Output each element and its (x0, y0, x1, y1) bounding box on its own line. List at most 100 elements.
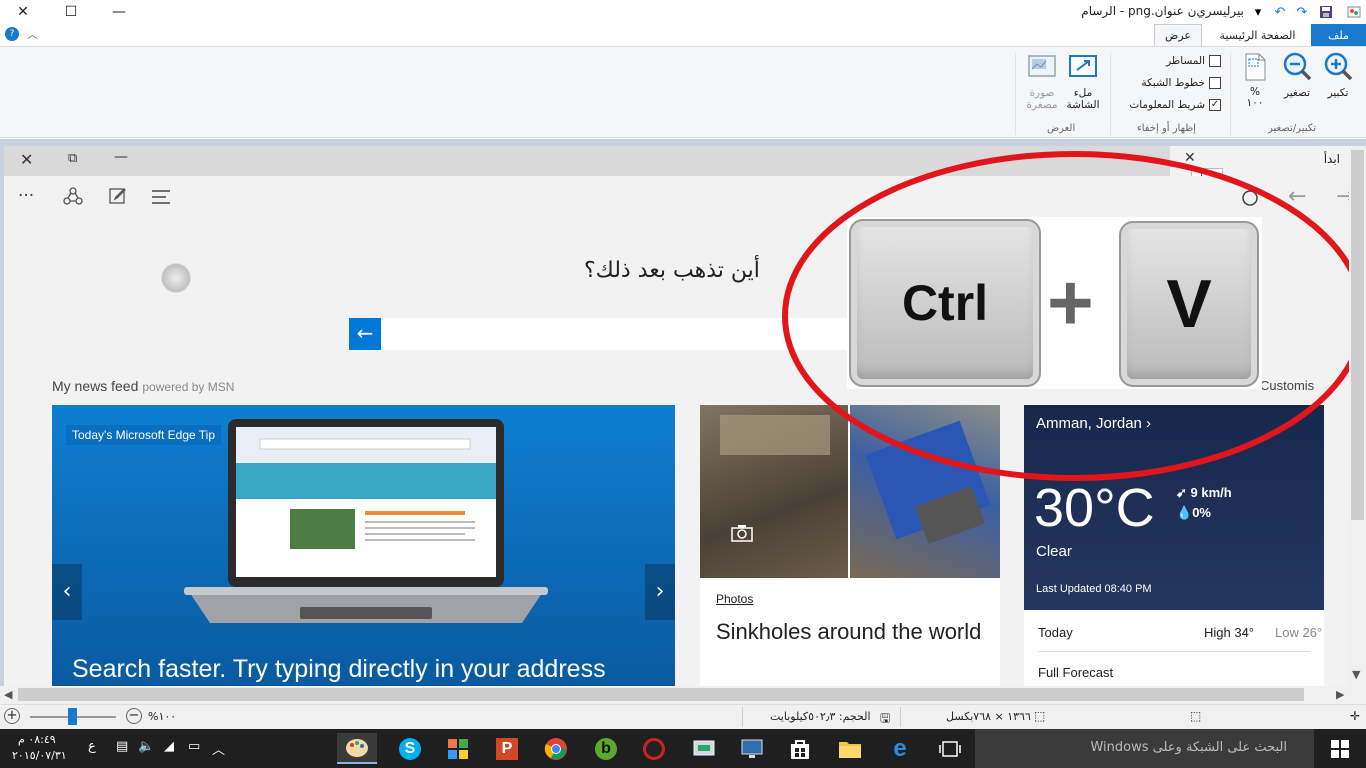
status-separator (900, 707, 901, 727)
ctrl-v-keys-image[interactable]: Ctrl + V (847, 217, 1262, 389)
scroll-left-icon[interactable]: ◀ (4, 688, 12, 701)
media-player-taskbar-icon[interactable] (634, 733, 674, 764)
horizontal-scrollbar[interactable]: ◀ ▶ (0, 686, 1366, 704)
zoom-in-status-icon[interactable]: + (4, 708, 20, 724)
status-bar: + − %١٠٠ الحجم: ٥٠٢٫٣كيلوبايت 🖫 ١٣٦٦ × ٧… (0, 704, 1366, 729)
zoom-in-icon (1322, 51, 1354, 83)
more-icon: ··· (18, 186, 35, 206)
zoom-in-button[interactable]: تكبير (1318, 51, 1358, 99)
status-separator (742, 707, 743, 727)
zoom-100-label: ١٠٠ (1246, 97, 1264, 109)
selection-icon: ⬚ (1190, 709, 1202, 723)
notifications-icon[interactable]: ▤ (116, 739, 128, 754)
language-indicator[interactable]: ع (88, 739, 96, 754)
dimensions-icon: ⬚ (1034, 709, 1046, 723)
customise-link: Customis (1260, 378, 1315, 393)
paint-app-icon[interactable] (1346, 4, 1362, 20)
gridlines-checkbox[interactable] (1209, 77, 1221, 89)
ribbon-separator (1110, 53, 1111, 135)
undo-icon[interactable]: ↶ (1272, 4, 1288, 20)
carousel-prev-icon: ‹ (52, 564, 82, 620)
zoom-out-label: تصغير (1283, 87, 1311, 99)
scroll-down-icon[interactable]: ▼ (1352, 668, 1360, 681)
zoom-slider-thumb[interactable] (68, 708, 77, 725)
file-size: الحجم: ٥٠٢٫٣كيلوبايت (770, 710, 871, 723)
edge-title-bar: ✕ ⧉ — ✕ ابدأ ابدأ (4, 146, 1354, 192)
vertical-scrollbar[interactable]: ▼ (1349, 146, 1366, 686)
photos-label: Photos (716, 592, 754, 606)
vscroll-thumb[interactable] (1351, 150, 1364, 520)
edge-tab-label: ابدأ (1323, 152, 1340, 166)
weather-temp: 30°C (1034, 478, 1155, 538)
edge-toolbar: ··· ← → (4, 176, 1354, 220)
bing-taskbar-icon[interactable]: b (586, 733, 626, 764)
help-icon[interactable]: ? (5, 27, 19, 41)
zoom-group-label: تكبير/تصغير (1268, 123, 1317, 134)
zoom-100-button[interactable]: % ١٠٠ (1235, 51, 1275, 109)
weather-location: Amman, Jordan › (1036, 415, 1152, 432)
rulers-checkbox-row[interactable]: المساطر (1166, 55, 1221, 67)
ctrl-key: Ctrl (849, 219, 1041, 387)
refresh-icon (1240, 188, 1260, 213)
paint-taskbar-icon[interactable] (337, 733, 377, 764)
statusbar-checkbox[interactable]: ✓ (1209, 99, 1221, 111)
store-taskbar-icon[interactable] (780, 733, 820, 764)
web-note-icon (108, 186, 128, 211)
tab-view[interactable]: عرض (1154, 24, 1202, 46)
collapse-ribbon-icon[interactable]: ︿ (27, 26, 38, 42)
thumbnail-icon (1026, 51, 1058, 83)
statusbar-label: شريط المعلومات (1129, 99, 1205, 111)
redo-icon[interactable]: ↷ (1294, 4, 1310, 20)
weather-condition: Clear (1036, 543, 1072, 560)
close-window-button[interactable]: ✕ (0, 0, 46, 24)
share-icon (62, 186, 84, 213)
network-monitor-taskbar-icon[interactable] (684, 733, 724, 764)
scroll-thumb[interactable] (18, 688, 1304, 701)
ribbon-separator (1015, 53, 1016, 135)
rulers-checkbox[interactable] (1209, 55, 1221, 67)
photos-title: Sinkholes around the world (716, 619, 982, 644)
battery-icon[interactable]: ▭ (188, 739, 200, 754)
chrome-taskbar-icon[interactable] (536, 733, 576, 764)
quick-access-dropdown-icon[interactable]: ▾ (1250, 4, 1266, 20)
tab-home[interactable]: الصفحة الرئيسية (1205, 24, 1310, 46)
weather-full-forecast: Full Forecast (1038, 665, 1114, 680)
window-title: بيرليسري‌ن عنوان.png - الرسام (1081, 4, 1244, 18)
skype-taskbar-icon[interactable]: S (390, 733, 430, 764)
task-view-icon[interactable] (930, 733, 970, 764)
minimize-window-button[interactable]: — (96, 0, 142, 24)
edge-taskbar-icon[interactable]: e (880, 733, 920, 764)
powerpoint-taskbar-icon[interactable]: P (487, 733, 527, 764)
edge-minimize-icon: — (114, 149, 128, 165)
file-explorer-taskbar-icon[interactable] (830, 733, 870, 764)
hub-icon (150, 188, 172, 211)
maximize-window-button[interactable]: ☐ (48, 0, 94, 24)
tip-headline: Search faster. Try typing directly in yo… (72, 655, 606, 683)
network-icon[interactable]: ◢ (164, 739, 174, 754)
sinkhole-photo-2 (850, 405, 1000, 578)
gridlines-label: خطوط الشبكة (1141, 77, 1205, 89)
save-icon[interactable] (1318, 4, 1334, 20)
scroll-right-icon[interactable]: ▶ (1336, 688, 1344, 701)
thumbnail-label-1: صورة (1029, 87, 1055, 99)
start-button[interactable] (1314, 729, 1366, 768)
weather-low: Low 26° (1275, 625, 1323, 640)
statusbar-checkbox-row[interactable]: ✓ شريط المعلومات (1129, 99, 1221, 111)
zoom-out-button[interactable]: تصغير (1277, 51, 1317, 99)
tab-file[interactable]: ملف (1311, 24, 1366, 46)
fullscreen-button[interactable]: ملء الشاشة (1063, 51, 1103, 111)
thumbnail-button[interactable]: صورة مصغرة (1022, 51, 1062, 111)
volume-icon[interactable]: 🔈 (138, 739, 154, 754)
edge-tip-card: Today's Microsoft Edge Tip ‹ › Search fa… (52, 405, 675, 686)
gridlines-checkbox-row[interactable]: خطوط الشبكة (1141, 77, 1221, 89)
taskbar-search-box[interactable]: البحث على الشبكة وعلى Windows (975, 729, 1314, 768)
image-dimensions: ١٣٦٦ × ٧٦٨بكسل (946, 710, 1031, 723)
fullscreen-icon (1067, 51, 1099, 83)
show-hidden-icons[interactable]: ︿ (212, 739, 225, 758)
remote-desktop-taskbar-icon[interactable] (732, 733, 772, 764)
zoom-out-status-icon[interactable]: − (126, 708, 142, 724)
store-apps-taskbar-icon[interactable] (438, 733, 478, 764)
weather-wind-value: 9 km/h (1190, 485, 1232, 500)
photos-card: Photos Sinkholes around the world (700, 405, 1000, 686)
zoom-out-icon (1281, 51, 1313, 83)
